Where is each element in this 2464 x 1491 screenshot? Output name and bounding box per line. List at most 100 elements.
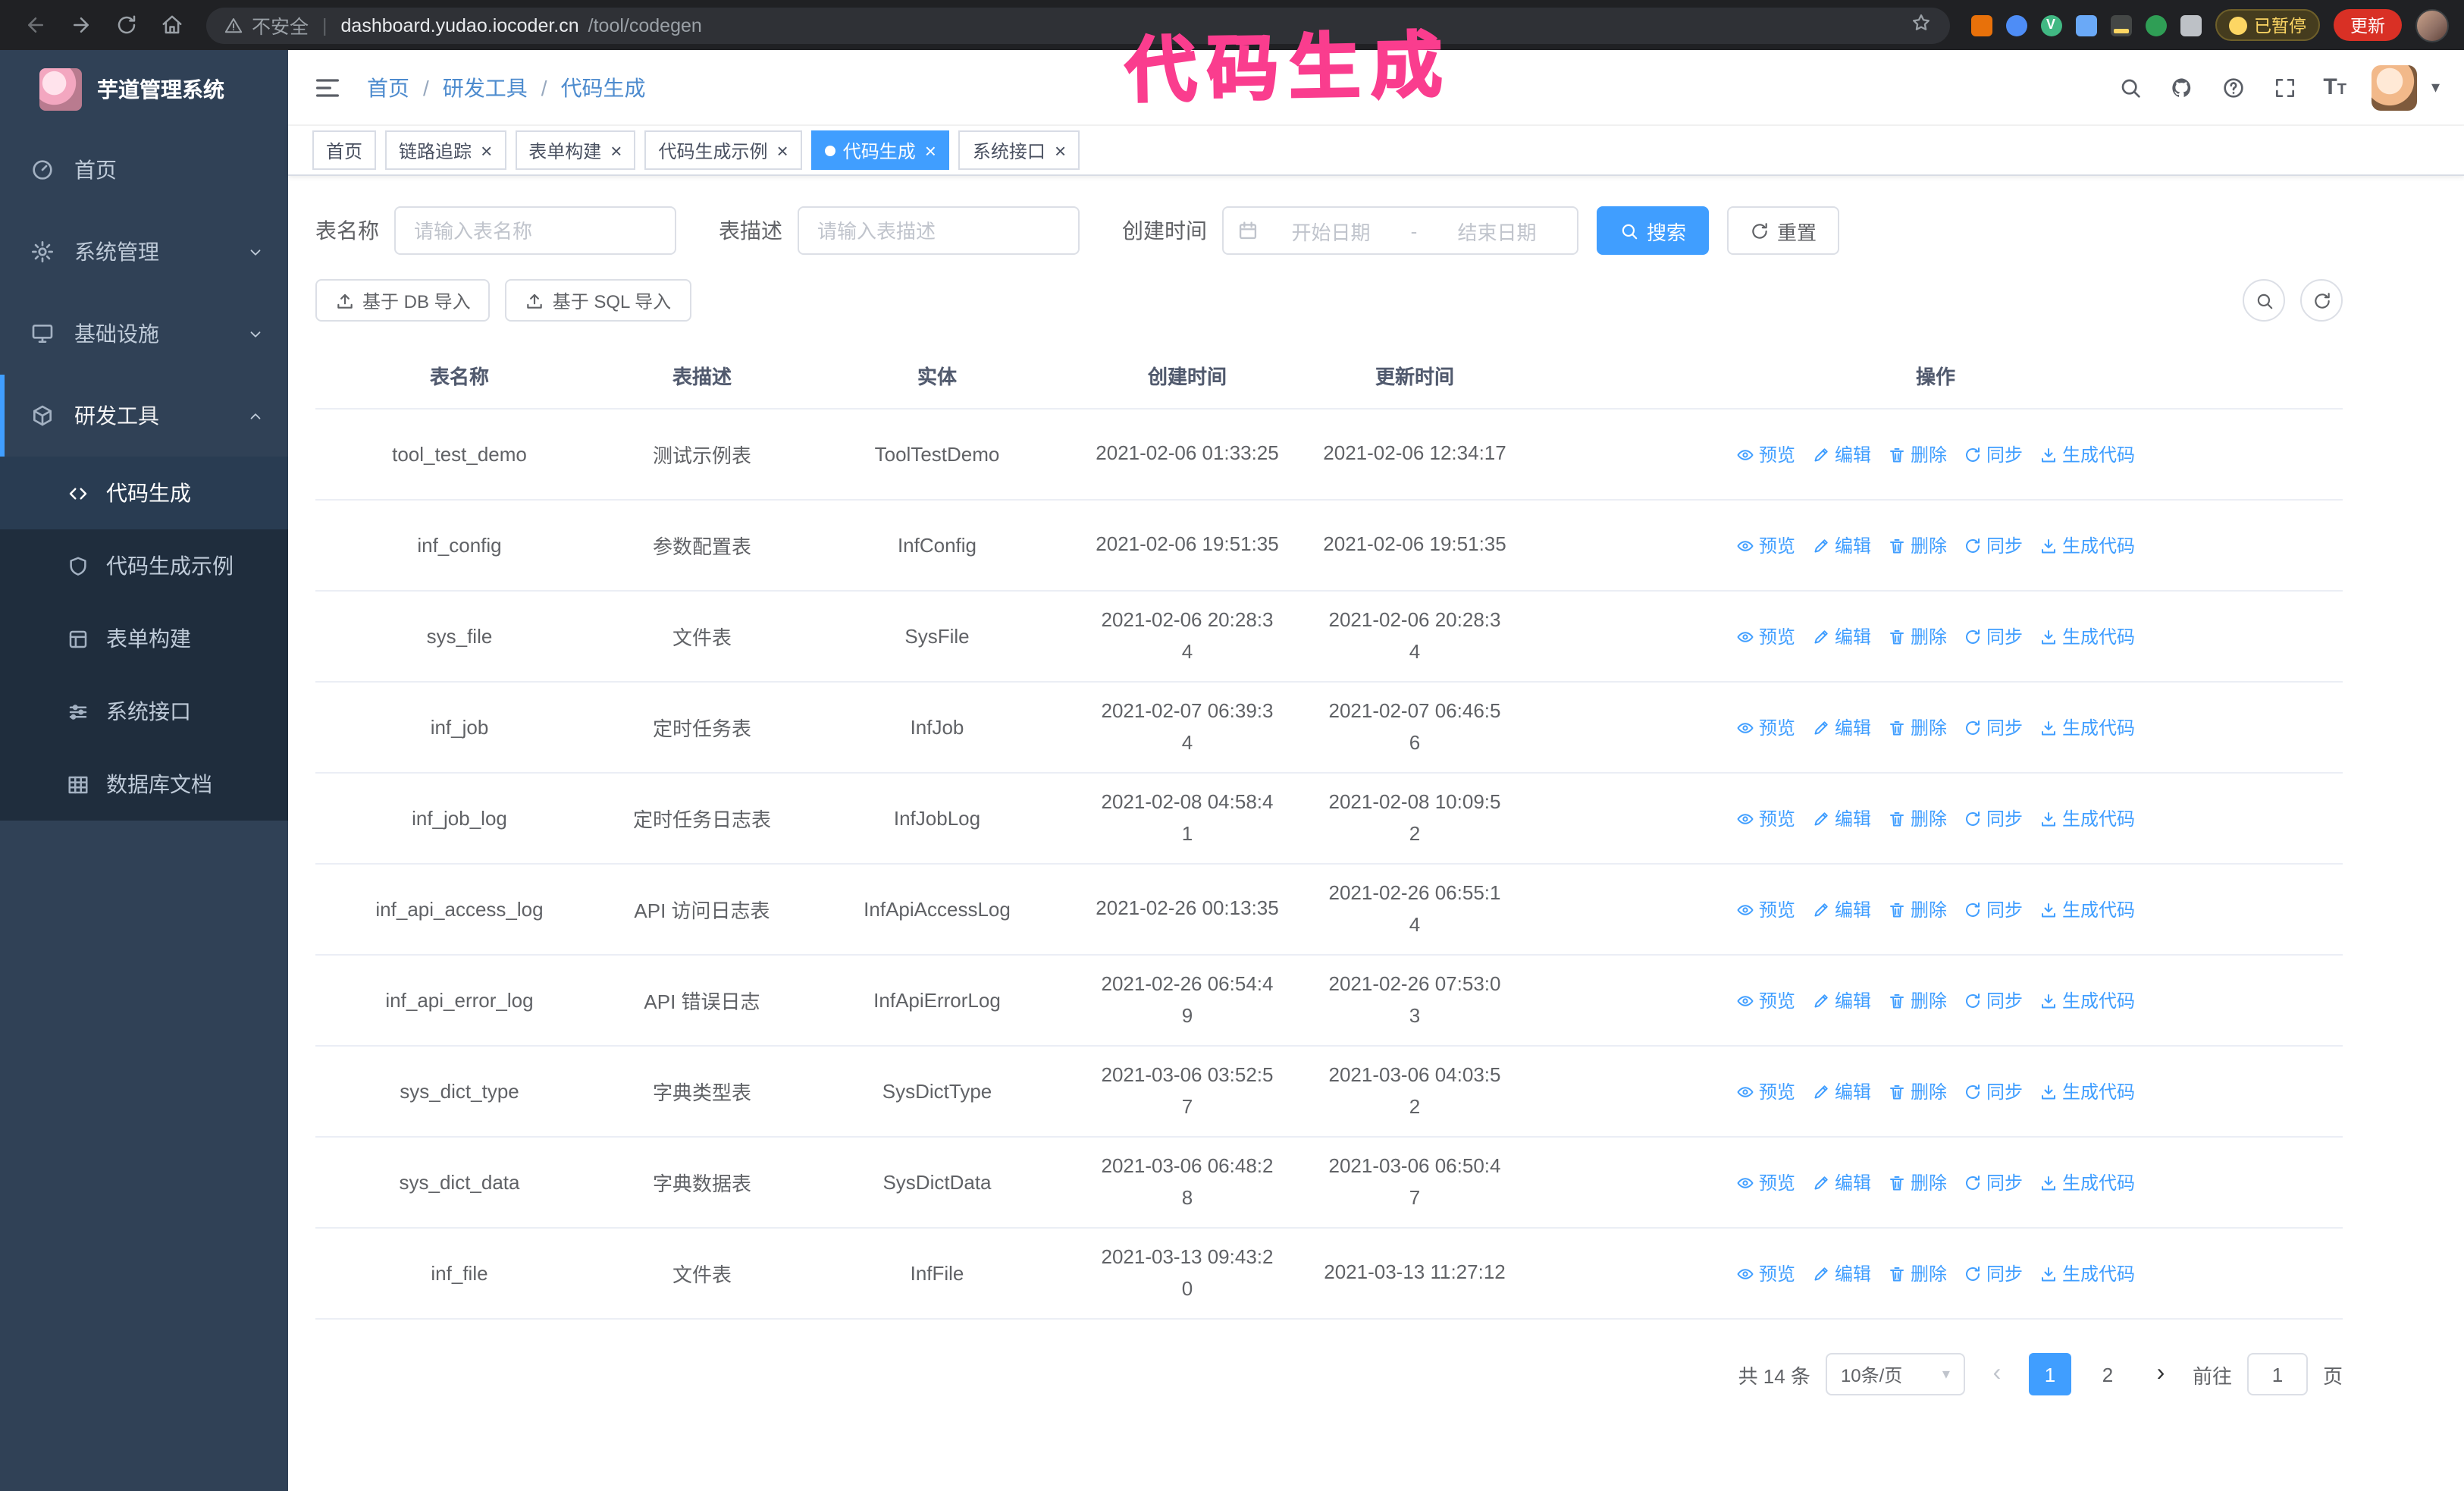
delete-link[interactable]: 删除 — [1888, 441, 1947, 467]
preview-link[interactable]: 预览 — [1736, 714, 1795, 740]
sidebar-item-code-generation[interactable]: 代码生成 — [0, 457, 288, 529]
page-size-select[interactable]: 10条/页 ▾ — [1825, 1353, 1965, 1395]
avatar-caret-icon[interactable]: ▾ — [2431, 77, 2440, 97]
paused-badge[interactable]: 已暂停 — [2215, 9, 2320, 41]
preview-link[interactable]: 预览 — [1736, 805, 1795, 831]
edit-link[interactable]: 编辑 — [1812, 896, 1871, 922]
bookmark-star-icon[interactable] — [1910, 12, 1931, 38]
breadcrumb-home[interactable]: 首页 — [367, 72, 409, 102]
page-button-2[interactable]: 2 — [2086, 1353, 2129, 1395]
import-sql-button[interactable]: 基于 SQL 导入 — [505, 279, 691, 322]
start-date-placeholder[interactable]: 开始日期 — [1265, 216, 1397, 245]
extension-icon-6[interactable] — [2145, 14, 2166, 36]
edit-link[interactable]: 编辑 — [1812, 1260, 1871, 1286]
extension-icon-4[interactable] — [2075, 14, 2096, 36]
tab-code-generation[interactable]: 代码生成 × — [810, 130, 950, 170]
tab-link-tracing[interactable]: 链路追踪 × — [385, 130, 506, 170]
tab-home[interactable]: 首页 — [312, 130, 377, 170]
table-name-input[interactable] — [394, 206, 676, 255]
prev-page-button[interactable]: ‹ — [1980, 1361, 2014, 1386]
edit-link[interactable]: 编辑 — [1812, 532, 1871, 558]
sync-link[interactable]: 同步 — [1964, 1260, 2023, 1286]
preview-link[interactable]: 预览 — [1736, 441, 1795, 467]
delete-link[interactable]: 删除 — [1888, 805, 1947, 831]
edit-link[interactable]: 编辑 — [1812, 623, 1871, 649]
reset-button[interactable]: 重置 — [1727, 206, 1840, 255]
close-icon[interactable]: × — [777, 140, 788, 160]
preview-link[interactable]: 预览 — [1736, 1260, 1795, 1286]
user-avatar[interactable] — [2372, 64, 2418, 110]
edit-link[interactable]: 编辑 — [1812, 1078, 1871, 1104]
question-icon[interactable] — [2220, 74, 2246, 100]
import-db-button[interactable]: 基于 DB 导入 — [315, 279, 491, 322]
delete-link[interactable]: 删除 — [1888, 896, 1947, 922]
github-icon[interactable] — [2168, 74, 2194, 100]
delete-link[interactable]: 删除 — [1888, 1169, 1947, 1195]
browser-back-button[interactable] — [15, 5, 55, 45]
sync-link[interactable]: 同步 — [1964, 896, 2023, 922]
search-button[interactable]: 搜索 — [1597, 206, 1710, 255]
preview-link[interactable]: 预览 — [1736, 1078, 1795, 1104]
goto-page-input[interactable] — [2246, 1353, 2308, 1395]
generate-code-link[interactable]: 生成代码 — [2039, 896, 2135, 922]
sync-link[interactable]: 同步 — [1964, 532, 2023, 558]
edit-link[interactable]: 编辑 — [1812, 714, 1871, 740]
close-icon[interactable]: × — [1055, 140, 1066, 160]
extension-icon-1[interactable] — [1970, 14, 1992, 36]
toggle-search-button[interactable] — [2243, 279, 2285, 322]
extensions-puzzle-icon[interactable] — [2180, 14, 2201, 36]
close-icon[interactable]: × — [610, 140, 622, 160]
sidebar-item-home[interactable]: 首页 — [0, 129, 288, 211]
sidebar-item-db-doc[interactable]: 数据库文档 — [0, 748, 288, 821]
generate-code-link[interactable]: 生成代码 — [2039, 1169, 2135, 1195]
delete-link[interactable]: 删除 — [1888, 1260, 1947, 1286]
vue-devtools-icon[interactable]: V — [2040, 14, 2061, 36]
delete-link[interactable]: 删除 — [1888, 532, 1947, 558]
tab-system-api[interactable]: 系统接口 × — [958, 130, 1080, 170]
browser-home-button[interactable] — [152, 5, 191, 45]
table-desc-input[interactable] — [798, 206, 1080, 255]
fullscreen-icon[interactable] — [2271, 74, 2297, 100]
browser-profile-avatar[interactable] — [2415, 8, 2449, 42]
sidebar-item-form-builder[interactable]: 表单构建 — [0, 602, 288, 675]
generate-code-link[interactable]: 生成代码 — [2039, 441, 2135, 467]
tab-form-builder[interactable]: 表单构建 × — [515, 130, 636, 170]
delete-link[interactable]: 删除 — [1888, 714, 1947, 740]
edit-link[interactable]: 编辑 — [1812, 1169, 1871, 1195]
search-icon[interactable] — [2117, 74, 2143, 100]
sync-link[interactable]: 同步 — [1964, 714, 2023, 740]
generate-code-link[interactable]: 生成代码 — [2039, 623, 2135, 649]
extension-icon-5[interactable] — [2110, 14, 2131, 36]
tab-codegen-example[interactable]: 代码生成示例 × — [644, 130, 802, 170]
sync-link[interactable]: 同步 — [1964, 1078, 2023, 1104]
generate-code-link[interactable]: 生成代码 — [2039, 532, 2135, 558]
sidebar-item-codegen-example[interactable]: 代码生成示例 — [0, 529, 288, 602]
hamburger-icon[interactable] — [312, 72, 343, 102]
generate-code-link[interactable]: 生成代码 — [2039, 805, 2135, 831]
preview-link[interactable]: 预览 — [1736, 896, 1795, 922]
generate-code-link[interactable]: 生成代码 — [2039, 714, 2135, 740]
end-date-placeholder[interactable]: 结束日期 — [1431, 216, 1563, 245]
generate-code-link[interactable]: 生成代码 — [2039, 1078, 2135, 1104]
browser-reload-button[interactable] — [106, 5, 146, 45]
sync-link[interactable]: 同步 — [1964, 987, 2023, 1013]
sync-link[interactable]: 同步 — [1964, 1169, 2023, 1195]
browser-forward-button[interactable] — [61, 5, 100, 45]
address-bar[interactable]: 不安全 | dashboard.yudao.iocoder.cn/tool/co… — [206, 7, 1949, 43]
sidebar-item-infrastructure[interactable]: 基础设施 — [0, 293, 288, 375]
generate-code-link[interactable]: 生成代码 — [2039, 1260, 2135, 1286]
preview-link[interactable]: 预览 — [1736, 987, 1795, 1013]
date-range-picker[interactable]: 开始日期 - 结束日期 — [1222, 206, 1578, 255]
page-button-1[interactable]: 1 — [2028, 1353, 2071, 1395]
close-icon[interactable]: × — [925, 140, 936, 160]
preview-link[interactable]: 预览 — [1736, 1169, 1795, 1195]
edit-link[interactable]: 编辑 — [1812, 987, 1871, 1013]
delete-link[interactable]: 删除 — [1888, 623, 1947, 649]
next-page-button[interactable]: › — [2144, 1361, 2177, 1386]
sidebar-item-system-management[interactable]: 系统管理 — [0, 211, 288, 293]
extension-icon-2[interactable] — [2005, 14, 2027, 36]
delete-link[interactable]: 删除 — [1888, 987, 1947, 1013]
preview-link[interactable]: 预览 — [1736, 623, 1795, 649]
generate-code-link[interactable]: 生成代码 — [2039, 987, 2135, 1013]
edit-link[interactable]: 编辑 — [1812, 805, 1871, 831]
